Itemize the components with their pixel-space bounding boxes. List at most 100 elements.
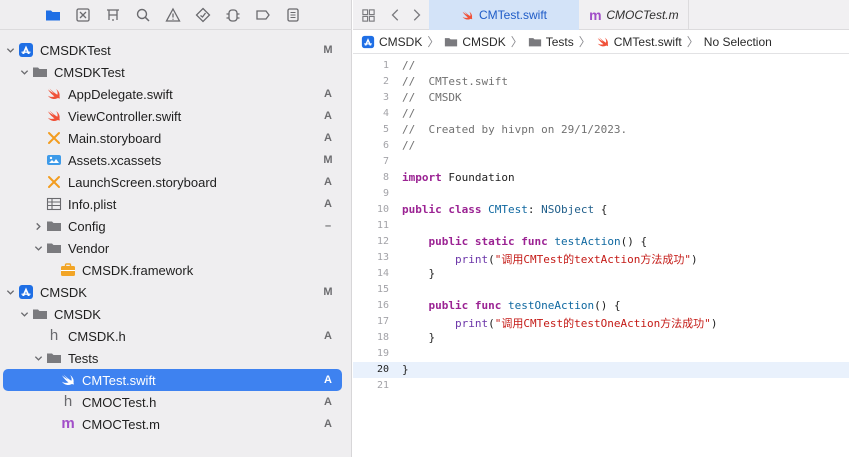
tree-row-vendor[interactable]: Vendor [0,237,352,259]
chevron-down-icon[interactable] [4,43,16,57]
chevron-down-icon[interactable] [18,65,30,79]
tab-label: CMTest.swift [478,8,547,22]
find-icon[interactable] [134,6,152,24]
code-line[interactable]: 18 } [353,330,849,346]
source-editor: CMTest.swift m CMOCTest.m CMSDK 〉 CMSDK 〉 Te… [353,0,849,457]
jumpbar-label: CMSDK [379,34,423,49]
code-line[interactable]: 7 [353,154,849,170]
chevron-right-icon[interactable] [32,219,44,233]
code-line[interactable]: 4 // [353,106,849,122]
tab-cmoctest-m[interactable]: m CMOCTest.m [579,0,689,30]
asset-catalog-icon [46,152,62,168]
code-line[interactable]: 6 // [353,138,849,154]
code-line[interactable]: 2 // CMTest.swift [353,74,849,90]
code-line[interactable]: 12 public static func testAction() { [353,234,849,250]
source-control-status: A [324,176,332,188]
plist-icon [46,196,62,212]
folder-icon [46,350,62,366]
navigator-toolbar [0,0,352,30]
source-control-status: A [324,418,332,430]
code-text: // [402,107,416,120]
code-line[interactable]: 15 [353,282,849,298]
chevron-down-icon[interactable] [4,285,16,299]
swift-icon [60,372,76,388]
symbol-icon[interactable] [104,6,122,24]
code-line[interactable]: 3 // CMSDK [353,90,849,106]
code-line[interactable]: 19 [353,346,849,362]
tab-cmtest-swift[interactable]: CMTest.swift [429,0,579,30]
chevron-down-icon[interactable] [32,351,44,365]
tree-row-config[interactable]: Config – [0,215,352,237]
line-number: 18 [376,332,389,343]
folder-icon [46,218,62,234]
tree-row-appdelegate-swift[interactable]: AppDelegate.swift A [0,83,352,105]
code-text: } [402,331,436,344]
tree-row-info-plist[interactable]: Info.plist A [0,193,352,215]
tree-row-label: Config [68,219,106,234]
jumpbar-item[interactable]: No Selection [704,35,772,49]
tree-row-cmoctest-h[interactable]: h CMOCTest.h A [0,391,352,413]
jumpbar-separator: 〉 [686,35,699,49]
tree-row-label: Info.plist [68,197,117,212]
tree-row-label: CMSDK [40,285,87,300]
tree-row-cmsdk[interactable]: CMSDK [0,303,352,325]
chevron-right-icon[interactable] [407,6,425,24]
code-line[interactable]: 16 public func testOneAction() { [353,298,849,314]
tree-row-label: CMSDK.framework [82,263,194,278]
code-text: // Created by hivpn on 29/1/2023. [402,123,628,136]
project-icon [18,284,34,300]
code-line[interactable]: 10 public class CMTest: NSObject { [353,202,849,218]
code-line[interactable]: 11 [353,218,849,234]
code-line[interactable]: 17 print("调用CMTest的testOneAction方法成功") [353,314,849,330]
code-line[interactable]: 21 [353,378,849,394]
tree-row-viewcontroller-swift[interactable]: ViewController.swift A [0,105,352,127]
jumpbar-separator: 〉 [510,35,523,49]
code-line[interactable]: 14 } [353,266,849,282]
code-line-current[interactable]: 20} [353,362,849,378]
test-icon[interactable] [194,6,212,24]
tree-row-cmsdk[interactable]: CMSDK M [0,281,352,303]
line-number: 3 [382,92,389,103]
folder-icon [528,35,542,49]
jumpbar-item[interactable]: CMTest.swift [596,35,682,49]
breakpoint-icon[interactable] [254,6,272,24]
tree-row-cmsdk-h[interactable]: h CMSDK.h A [0,325,352,347]
tree-row-cmsdk-framework[interactable]: CMSDK.framework [0,259,352,281]
jumpbar-item[interactable]: Tests [528,35,574,49]
code-text: // CMSDK [402,91,462,104]
tree-row-main-storyboard[interactable]: Main.storyboard A [0,127,352,149]
debug-icon[interactable] [224,6,242,24]
source-control-status: A [324,132,332,144]
code-line[interactable]: 1 // [353,58,849,74]
code-line[interactable]: 8 import Foundation [353,170,849,186]
jumpbar-item[interactable]: CMSDK [361,35,422,49]
tree-row-tests[interactable]: Tests [0,347,352,369]
tree-row-cmsdktest[interactable]: CMSDKTest M [0,39,352,61]
report-icon[interactable] [284,6,302,24]
issue-icon[interactable] [164,6,182,24]
tree-row-cmtest-swift[interactable]: CMTest.swift A [0,369,352,391]
tree-row-label: CMSDKTest [40,43,111,58]
tree-row-cmsdktest[interactable]: CMSDKTest [0,61,352,83]
code-line[interactable]: 13 print("调用CMTest的textAction方法成功") [353,250,849,266]
chevron-left-icon[interactable] [387,6,405,24]
tree-row-cmoctest-m[interactable]: m CMOCTest.m A [0,413,352,435]
tree-row-assets-xcassets[interactable]: Assets.xcassets M [0,149,352,171]
code-line[interactable]: 9 [353,186,849,202]
grid-icon[interactable] [359,6,377,24]
folder-icon [444,35,458,49]
line-number: 12 [376,236,389,247]
line-number: 4 [382,108,389,119]
folder-icon[interactable] [44,6,62,24]
chevron-down-icon[interactable] [32,241,44,255]
tree-row-label: ViewController.swift [68,109,182,124]
chevron-down-icon[interactable] [18,307,30,321]
code-line[interactable]: 5 // Created by hivpn on 29/1/2023. [353,122,849,138]
source-control-icon[interactable] [74,6,92,24]
tree-row-launchscreen-storyboard[interactable]: LaunchScreen.storyboard A [0,171,352,193]
line-number: 6 [382,140,389,151]
line-number: 21 [376,380,389,391]
jumpbar-item[interactable]: CMSDK [444,35,506,49]
code-text: public static func testAction() { [428,235,648,248]
jumpbar-label: CMTest.swift [613,34,682,49]
